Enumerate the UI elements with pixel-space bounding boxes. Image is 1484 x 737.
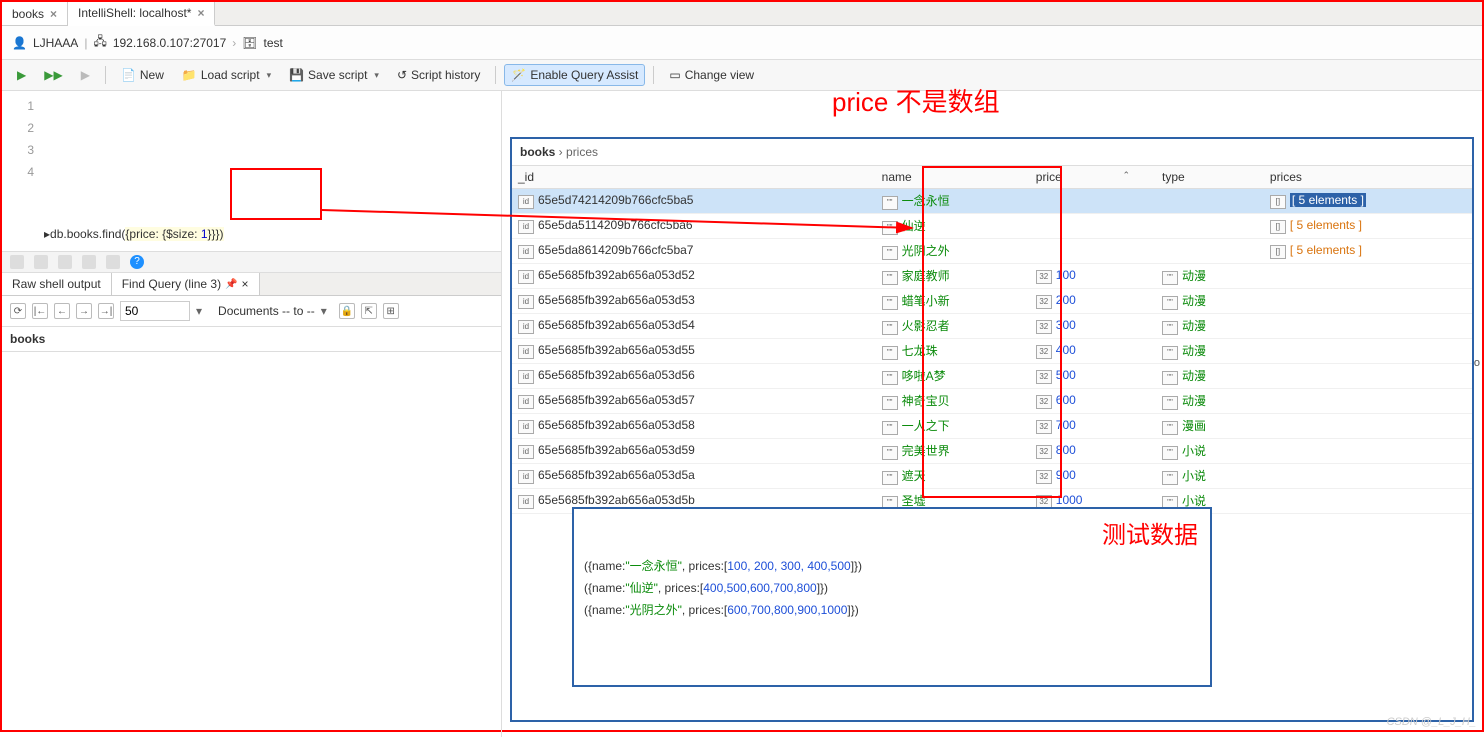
table-row[interactable]: id65e5685fb392ab656a053d53 ""蜡笔小新 32200 … xyxy=(512,289,1472,314)
lock-icon[interactable]: 🔒 xyxy=(339,303,355,319)
table-row[interactable]: id65e5d74214209b766cfc5ba5 ""一念永恒 [][ 5 … xyxy=(512,189,1472,214)
db-label: test xyxy=(264,36,283,50)
next-page-icon[interactable]: → xyxy=(76,303,92,319)
server-icon: 🖧 xyxy=(93,32,106,53)
table-row[interactable]: id65e5685fb392ab656a053d58 ""一人之下 32700 … xyxy=(512,414,1472,439)
refresh-icon[interactable]: ⟳ xyxy=(10,303,26,319)
result-tabs: Raw shell output Find Query (line 3) 📌× xyxy=(2,273,501,296)
table-row[interactable]: id65e5da8614209b766cfc5ba7 ""光阴之外 [][ 5 … xyxy=(512,239,1472,264)
database-icon: 🗄 xyxy=(242,36,257,50)
result-nav: ⟳ |← ← → →| ▾ Documents -- to -- ▾ 🔒 ⇱ ⊞ xyxy=(2,296,501,327)
result-collection: books xyxy=(2,327,501,352)
docs-count: Documents -- to -- xyxy=(218,304,315,318)
tab-intellishell[interactable]: IntelliShell: localhost*× xyxy=(68,2,215,26)
close-icon[interactable]: × xyxy=(50,7,57,21)
run-button[interactable]: ▶ xyxy=(10,64,33,86)
code-editor[interactable]: 1234 ▸db.books.find({price: {$size: 1}}}… xyxy=(2,91,501,251)
table-row[interactable]: id65e5685fb392ab656a053d56 ""哆啦A梦 32500 … xyxy=(512,364,1472,389)
close-icon[interactable]: × xyxy=(242,277,249,291)
tab-books[interactable]: books× xyxy=(2,2,68,25)
new-button[interactable]: 📄New xyxy=(114,64,171,86)
annotation-price-not-array: price 不是数组 xyxy=(832,82,1000,119)
toolbar: ▶ ▶▶ ▶ 📄New 📁Load script 💾Save script ↺S… xyxy=(2,60,1482,91)
editor-status-bar: ? xyxy=(2,251,501,273)
debug-button[interactable]: ▶ xyxy=(74,64,97,86)
tab-bar: books× IntelliShell: localhost*× xyxy=(2,2,1482,26)
connection-bar: 👤 LJHAAA | 🖧 192.168.0.107:27017 › 🗄 tes… xyxy=(2,26,1482,60)
test-data-title: 测试数据 xyxy=(1102,515,1198,550)
run-all-button[interactable]: ▶▶ xyxy=(37,64,69,86)
column-header[interactable]: type xyxy=(1156,166,1264,189)
export-icon[interactable]: ⇱ xyxy=(361,303,377,319)
enable-query-assist-button[interactable]: 🪄Enable Query Assist xyxy=(504,64,645,86)
user-label: LJHAAA xyxy=(33,36,78,50)
column-header[interactable]: prices xyxy=(1264,166,1472,189)
save-script-button[interactable]: 💾Save script xyxy=(282,64,386,86)
prev-page-icon[interactable]: ← xyxy=(54,303,70,319)
column-header[interactable]: name xyxy=(876,166,1030,189)
seg-icon[interactable] xyxy=(58,255,72,269)
load-script-button[interactable]: 📁Load script xyxy=(175,64,278,86)
table-row[interactable]: id65e5685fb392ab656a053d57 ""神奇宝贝 32600 … xyxy=(512,389,1472,414)
results-table: _idnameprice⌃typeprices id65e5d74214209b… xyxy=(512,166,1472,514)
page-size-input[interactable] xyxy=(120,301,190,321)
table-row[interactable]: id65e5685fb392ab656a053d52 ""家庭教师 32100 … xyxy=(512,264,1472,289)
seg-icon[interactable] xyxy=(10,255,24,269)
column-header[interactable]: price⌃ xyxy=(1030,166,1156,189)
pin-icon[interactable]: 📌 xyxy=(225,279,237,290)
seg-icon[interactable] xyxy=(82,255,96,269)
seg-icon[interactable] xyxy=(34,255,48,269)
table-row[interactable]: id65e5685fb392ab656a053d54 ""火影忍者 32300 … xyxy=(512,314,1472,339)
tab-find-query[interactable]: Find Query (line 3) 📌× xyxy=(112,273,260,295)
first-page-icon[interactable]: |← xyxy=(32,303,48,319)
last-page-icon[interactable]: →| xyxy=(98,303,114,319)
user-icon: 👤 xyxy=(12,36,27,50)
close-icon[interactable]: × xyxy=(197,6,204,20)
table-row[interactable]: id65e5da5114209b766cfc5ba6 ""仙逆 [][ 5 el… xyxy=(512,214,1472,239)
host-label: 192.168.0.107:27017 xyxy=(113,36,226,50)
seg-icon[interactable] xyxy=(106,255,120,269)
tab-raw-output[interactable]: Raw shell output xyxy=(2,273,112,295)
change-view-button[interactable]: ▭Change view xyxy=(662,64,761,86)
column-header[interactable]: _id xyxy=(512,166,876,189)
view-icon[interactable]: ⊞ xyxy=(383,303,399,319)
table-row[interactable]: id65e5685fb392ab656a053d55 ""七龙珠 32400 "… xyxy=(512,339,1472,364)
test-data-box: 测试数据 ({name:"一念永恒", prices:[100, 200, 30… xyxy=(572,507,1212,687)
table-row[interactable]: id65e5685fb392ab656a053d5a ""遮天 32900 ""… xyxy=(512,464,1472,489)
watermark: CSDN @_L_J_H_ xyxy=(1387,716,1476,728)
help-icon[interactable]: ? xyxy=(130,255,144,269)
script-history-button[interactable]: ↺Script history xyxy=(390,64,487,86)
table-row[interactable]: id65e5685fb392ab656a053d59 ""完美世界 32800 … xyxy=(512,439,1472,464)
breadcrumb: books › prices xyxy=(512,139,1472,166)
